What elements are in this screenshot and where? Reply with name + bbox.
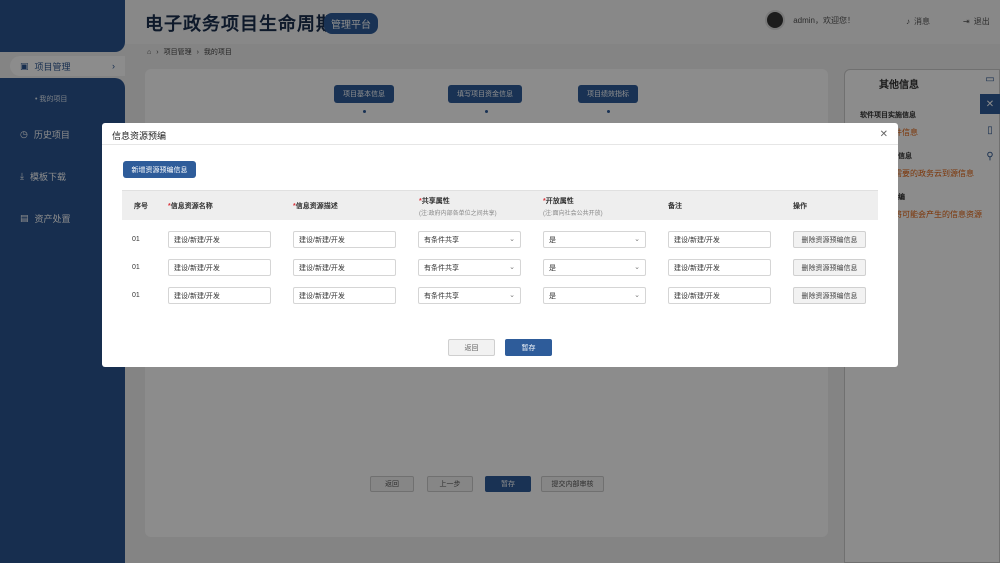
column-header-share: *共享属性 (注:政府内部各单位之间共享) (419, 198, 497, 217)
modal-divider (102, 144, 898, 145)
chevron-down-icon: ⌄ (634, 236, 640, 243)
delete-resource-button[interactable]: 删除资源预编信息 (793, 231, 866, 248)
resource-desc-input[interactable]: 建设/新建/开发 (293, 287, 396, 304)
delete-resource-button[interactable]: 删除资源预编信息 (793, 259, 866, 276)
open-attr-select[interactable]: 是 ⌄ (543, 259, 646, 276)
chevron-down-icon: ⌄ (634, 264, 640, 271)
share-attr-select[interactable]: 有条件共享 ⌄ (418, 231, 521, 248)
modal-title: 信息资源预编 (112, 131, 167, 141)
chevron-down-icon: ⌄ (509, 264, 515, 271)
column-header-desc: *信息资源描述 (293, 203, 338, 210)
chevron-down-icon: ⌄ (634, 292, 640, 299)
resource-modal: 信息资源预编 ✕ 新增资源预编信息 序号 *信息资源名称 *信息资源描述 *共享… (102, 123, 898, 367)
modal-back-button[interactable]: 返回 (448, 339, 495, 356)
column-header-open: *开放属性 (注:面向社会公共开放) (543, 198, 603, 217)
close-icon[interactable]: ✕ (880, 129, 888, 140)
share-attr-select[interactable]: 有条件共享 ⌄ (418, 287, 521, 304)
table-header (122, 190, 878, 220)
column-header-action: 操作 (793, 203, 807, 210)
resource-desc-input[interactable]: 建设/新建/开发 (293, 231, 396, 248)
column-header-index: 序号 (134, 203, 148, 210)
column-header-remark: 备注 (668, 203, 682, 210)
resource-name-input[interactable]: 建设/新建/开发 (168, 231, 271, 248)
row-index: 01 (132, 264, 140, 271)
remark-input[interactable]: 建设/新建/开发 (668, 259, 771, 276)
row-index: 01 (132, 236, 140, 243)
remark-input[interactable]: 建设/新建/开发 (668, 231, 771, 248)
resource-desc-input[interactable]: 建设/新建/开发 (293, 259, 396, 276)
resource-name-input[interactable]: 建设/新建/开发 (168, 259, 271, 276)
chevron-down-icon: ⌄ (509, 292, 515, 299)
add-resource-button[interactable]: 新增资源预编信息 (123, 161, 196, 178)
share-attr-select[interactable]: 有条件共享 ⌄ (418, 259, 521, 276)
row-index: 01 (132, 292, 140, 299)
resource-name-input[interactable]: 建设/新建/开发 (168, 287, 271, 304)
open-attr-select[interactable]: 是 ⌄ (543, 287, 646, 304)
column-header-name: *信息资源名称 (168, 203, 213, 210)
open-attr-select[interactable]: 是 ⌄ (543, 231, 646, 248)
delete-resource-button[interactable]: 删除资源预编信息 (793, 287, 866, 304)
chevron-down-icon: ⌄ (509, 236, 515, 243)
modal-save-button[interactable]: 暂存 (505, 339, 552, 356)
remark-input[interactable]: 建设/新建/开发 (668, 287, 771, 304)
